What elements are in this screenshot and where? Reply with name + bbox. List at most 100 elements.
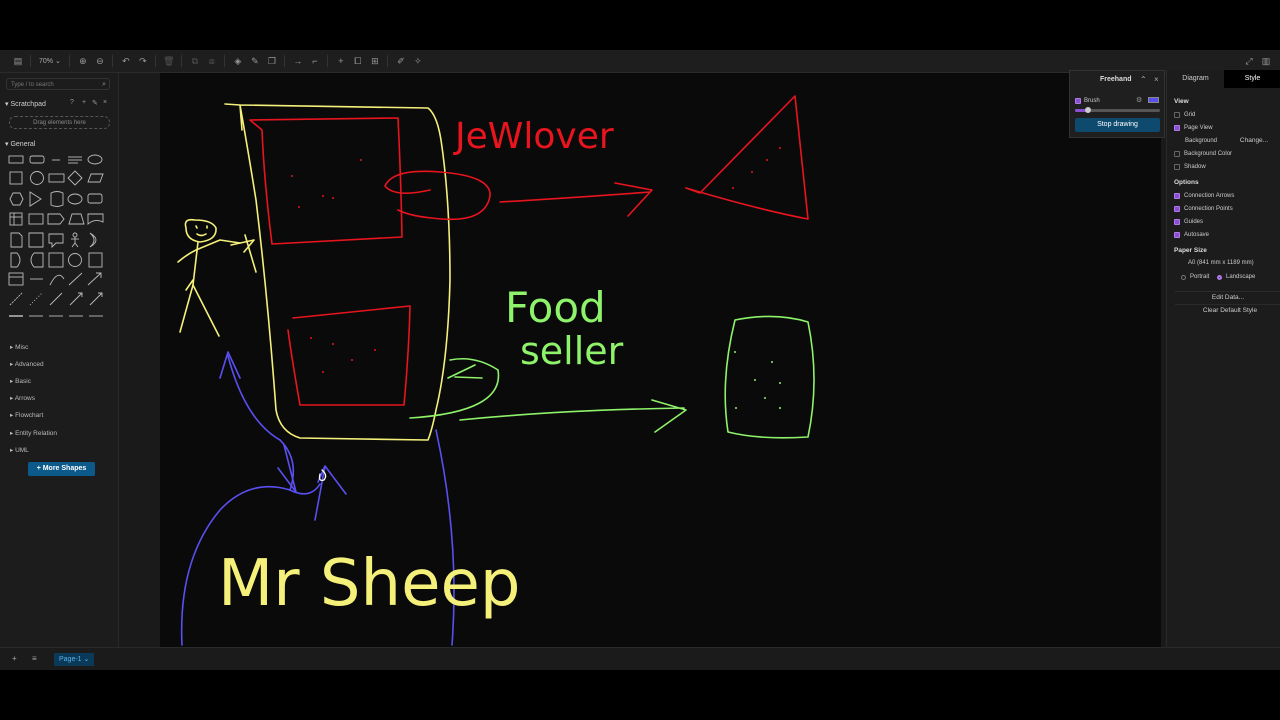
add-icon[interactable]: + <box>82 99 86 106</box>
shadow-option[interactable]: Shadow <box>1174 164 1206 170</box>
format-panel-icon[interactable]: ▥ <box>1258 53 1274 69</box>
category-misc[interactable]: ▸ Misc <box>10 343 28 351</box>
insert-icon[interactable]: + <box>333 53 349 69</box>
autosave-option[interactable]: Autosave <box>1174 232 1209 238</box>
freehand-drawing[interactable]: JeWlover Food seller Mr Sheep <box>160 73 1161 647</box>
scratchpad-dropzone[interactable]: Drag elements here <box>9 116 110 129</box>
collapse-icon[interactable]: ⌃ <box>1140 75 1147 84</box>
close-icon[interactable]: × <box>103 99 107 106</box>
slider-knob[interactable] <box>1085 107 1091 113</box>
stop-drawing-button[interactable]: Stop drawing <box>1075 118 1160 132</box>
edit-data-button[interactable]: Edit Data... <box>1175 291 1280 301</box>
toolbar-divider <box>223 55 225 67</box>
brush-color-swatch[interactable] <box>1148 97 1159 103</box>
portrait-radio[interactable] <box>1181 274 1186 280</box>
waypoints-icon[interactable]: ⌐ <box>307 53 323 69</box>
connection-points-checkbox[interactable] <box>1174 206 1180 212</box>
green-dots <box>734 351 781 409</box>
add-page-icon[interactable]: + <box>12 654 17 663</box>
more-shapes-button[interactable]: + More Shapes <box>28 462 95 476</box>
green-loop <box>409 357 500 419</box>
shape-palette <box>8 151 108 323</box>
freehand-icon[interactable]: ✐ <box>393 53 409 69</box>
category-arrows[interactable]: ▸ Arrows <box>10 394 35 402</box>
pages-menu-icon[interactable]: ≡ <box>32 654 37 663</box>
background-color-option[interactable]: Background Color <box>1174 151 1232 157</box>
shape-icon[interactable]: ⧠ <box>350 53 366 69</box>
brush-toggle[interactable]: Brush <box>1075 98 1100 104</box>
delete-icon[interactable]: 🗑 <box>161 53 177 69</box>
autosave-checkbox[interactable] <box>1174 232 1180 238</box>
background-color-checkbox[interactable] <box>1174 151 1180 157</box>
grid-checkbox[interactable] <box>1174 112 1180 118</box>
to-front-icon[interactable]: ⧉ <box>187 53 203 69</box>
label-food: Food <box>505 283 606 332</box>
landscape-option[interactable]: Landscape <box>1217 274 1255 280</box>
tab-diagram[interactable]: Diagram <box>1167 70 1224 88</box>
guides-option[interactable]: Guides <box>1174 219 1203 225</box>
line-color-icon[interactable]: ✎ <box>247 53 263 69</box>
table-icon[interactable]: ⊞ <box>367 53 383 69</box>
edit-icon[interactable]: ✎ <box>92 99 98 107</box>
close-icon[interactable]: × <box>1154 75 1159 84</box>
portrait-option[interactable]: Portrait <box>1181 274 1209 280</box>
to-back-icon[interactable]: ⧈ <box>204 53 220 69</box>
shadow-checkbox[interactable] <box>1174 164 1180 170</box>
category-label: Basic <box>15 378 31 385</box>
view-heading: View <box>1174 98 1189 105</box>
blue-spike <box>277 444 347 521</box>
connection-icon[interactable]: → <box>290 53 306 69</box>
zoom-in-icon[interactable]: ⊕ <box>75 53 91 69</box>
drawing-canvas[interactable]: JeWlover Food seller Mr Sheep <box>160 73 1161 647</box>
guides-checkbox[interactable] <box>1174 219 1180 225</box>
page-tab[interactable]: Page-1 ⌄ <box>54 653 95 666</box>
connection-arrows-option[interactable]: Connection Arrows <box>1174 193 1234 199</box>
page-view-checkbox[interactable] <box>1174 125 1180 131</box>
change-background-button[interactable]: Change... <box>1229 137 1279 144</box>
search-icon[interactable]: ⌕ <box>102 79 106 91</box>
category-label: Misc <box>15 344 29 351</box>
canvas-scrollbar[interactable] <box>1161 73 1165 647</box>
category-uml[interactable]: ▸ UML <box>10 446 29 454</box>
category-basic[interactable]: ▸ Basic <box>10 377 31 385</box>
category-advanced[interactable]: ▸ Advanced <box>10 360 44 368</box>
connection-arrows-checkbox[interactable] <box>1174 193 1180 199</box>
landscape-radio[interactable] <box>1217 274 1222 280</box>
clear-default-style-button[interactable]: Clear Default Style <box>1175 304 1280 314</box>
category-label: Flowchart <box>15 412 44 419</box>
page-view-option[interactable]: Page View <box>1174 125 1213 131</box>
sidebar-toggle-icon[interactable]: ▤ <box>10 53 26 69</box>
category-flowchart[interactable]: ▸ Flowchart <box>10 411 43 419</box>
bottom-bar: + ≡ Page-1 ⌄ <box>0 647 1280 670</box>
zoom-out-icon[interactable]: ⊖ <box>92 53 108 69</box>
tab-style[interactable]: Style <box>1224 70 1280 88</box>
category-entity-relation[interactable]: ▸ Entity Relation <box>10 429 57 437</box>
grid-label: Grid <box>1184 112 1196 118</box>
connection-points-option[interactable]: Connection Points <box>1174 206 1233 212</box>
undo-icon[interactable]: ↶ <box>118 53 134 69</box>
zoom-dropdown[interactable]: 70% ⌄ <box>35 57 65 66</box>
fullscreen-icon[interactable]: ⤢ <box>1241 53 1257 69</box>
shadow-icon[interactable]: ❐ <box>264 53 280 69</box>
shape-palette-icons[interactable] <box>8 151 108 323</box>
category-label: UML <box>15 447 29 454</box>
search-input[interactable]: Type / to search ⌕ <box>6 78 110 90</box>
scratchpad-header[interactable]: ▾ Scratchpad <box>5 100 46 108</box>
fill-color-icon[interactable]: ◈ <box>230 53 246 69</box>
grid-option[interactable]: Grid <box>1174 112 1195 118</box>
magic-icon[interactable]: ✧ <box>410 53 426 69</box>
chevron-down-icon: ⌄ <box>55 58 61 65</box>
general-header[interactable]: ▾ General <box>5 140 35 148</box>
zoom-value: 70% <box>39 57 54 65</box>
connection-arrows-label: Connection Arrows <box>1184 193 1235 199</box>
shadow-label: Shadow <box>1184 164 1206 170</box>
paper-size-select[interactable]: A0 (841 mm x 1189 mm) <box>1188 260 1254 266</box>
help-icon[interactable]: ? <box>70 99 74 106</box>
redo-icon[interactable]: ↷ <box>135 53 151 69</box>
gear-icon[interactable]: ⚙ <box>1136 96 1142 104</box>
brush-checkbox[interactable] <box>1075 98 1081 104</box>
page-tab-label: Page-1 <box>59 656 82 663</box>
brush-size-slider[interactable] <box>1075 107 1160 113</box>
brush-label: Brush <box>1084 98 1100 104</box>
app-window: ▤ 70% ⌄ ⊕ ⊖ ↶ ↷ 🗑 ⧉ ⧈ ◈ ✎ ❐ → ⌐ + ⧠ ⊞ ✐ ✧… <box>0 50 1280 670</box>
